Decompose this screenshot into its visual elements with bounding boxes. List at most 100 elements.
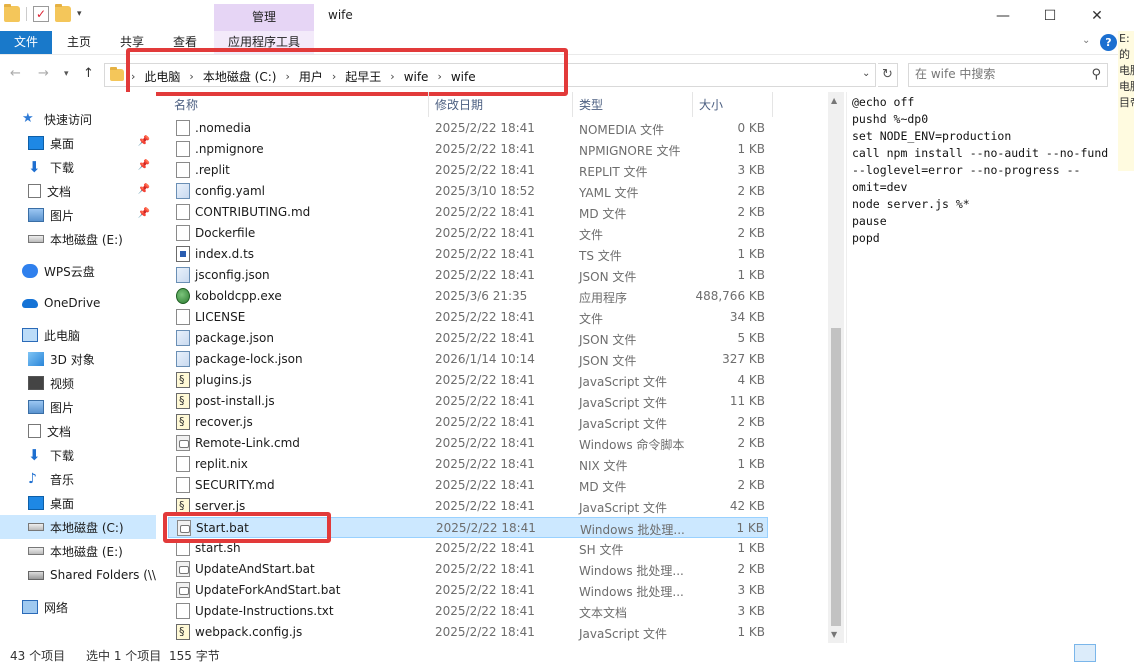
- file-row[interactable]: recover.js 2025/2/22 18:41 JavaScript 文件 2 …: [168, 412, 768, 433]
- file-row[interactable]: Update-Instructions.txt 2025/2/22 18:41 文本…: [168, 601, 768, 622]
- up-arrow-icon[interactable]: ↑: [83, 66, 94, 81]
- breadcrumb-wife-current[interactable]: wife: [451, 70, 476, 84]
- window-title: wife: [328, 8, 353, 22]
- recent-locations-chevron-icon[interactable]: ▾: [64, 69, 69, 79]
- column-header-type[interactable]: 类型: [579, 96, 603, 113]
- file-row[interactable]: Dockerfile 2025/2/22 18:41 文件 2 KB: [168, 223, 768, 244]
- file-row[interactable]: replit.nix 2025/2/22 18:41 NIX 文件 1 KB: [168, 454, 768, 475]
- file-row[interactable]: start.sh 2025/2/22 18:41 SH 文件 1 KB: [168, 538, 768, 559]
- file-row[interactable]: jsconfig.json 2025/2/22 18:41 JSON 文件 1 KB: [168, 265, 768, 286]
- scroll-down-icon[interactable]: ▼: [831, 630, 837, 639]
- breadcrumb-users[interactable]: 用户: [299, 68, 323, 85]
- file-row[interactable]: UpdateForkAndStart.bat 2025/2/22 18:41 Win…: [168, 580, 768, 601]
- address-history-chevron-icon[interactable]: ⌄: [862, 68, 870, 79]
- breadcrumb-user[interactable]: 起早王: [345, 68, 381, 85]
- refresh-icon[interactable]: ↻: [878, 63, 898, 87]
- search-box[interactable]: ⚲: [908, 63, 1108, 87]
- nav-desktop-pinned[interactable]: 桌面 📌: [0, 131, 156, 155]
- file-row[interactable]: koboldcpp.exe 2025/3/6 21:35 应用程序 488,766 K…: [168, 286, 768, 307]
- file-row[interactable]: package-lock.json 2026/1/14 10:14 JSON 文件 3…: [168, 349, 768, 370]
- breadcrumb-drive-c[interactable]: 本地磁盘 (C:): [203, 68, 277, 85]
- large-icons-view-icon[interactable]: [1100, 644, 1122, 662]
- breadcrumb-separator-icon[interactable]: ›: [390, 70, 394, 83]
- back-arrow-icon[interactable]: ←: [10, 66, 21, 81]
- file-row[interactable]: .nomedia 2025/2/22 18:41 NOMEDIA 文件 0 KB: [168, 118, 768, 139]
- nav-pictures[interactable]: 图片: [0, 395, 156, 419]
- file-row[interactable]: .npmignore 2025/2/22 18:41 NPMIGNORE 文件 1 K…: [168, 139, 768, 160]
- file-name: CONTRIBUTING.md: [195, 205, 311, 219]
- file-name: server.js: [195, 499, 246, 513]
- nav-downloads-pinned[interactable]: ⬇ 下载 📌: [0, 155, 156, 179]
- breadcrumb-separator-icon[interactable]: ›: [332, 70, 336, 83]
- file-row[interactable]: post-install.js 2025/2/22 18:41 JavaScript…: [168, 391, 768, 412]
- file-row[interactable]: webpack.config.js 2025/2/22 18:41 JavaScri…: [168, 622, 768, 643]
- column-header-name[interactable]: 名称: [174, 96, 198, 113]
- help-icon[interactable]: ?: [1100, 34, 1117, 51]
- nav-music[interactable]: ♪ 音乐: [0, 467, 156, 491]
- file-row[interactable]: server.js 2025/2/22 18:41 JavaScript 文件 42 …: [168, 496, 768, 517]
- new-folder-icon[interactable]: [55, 4, 71, 22]
- manage-context-tab[interactable]: 管理: [214, 4, 314, 31]
- breadcrumb-this-pc[interactable]: 此电脑: [144, 68, 180, 85]
- file-row[interactable]: Start.bat 2025/2/22 18:41 Windows 批处理... 1 …: [168, 517, 768, 538]
- file-row[interactable]: CONTRIBUTING.md 2025/2/22 18:41 MD 文件 2 KB: [168, 202, 768, 223]
- address-bar[interactable]: › 此电脑 › 本地磁盘 (C:) › 用户 › 起早王 › wife › wi…: [104, 63, 876, 87]
- scroll-up-icon[interactable]: ▲: [831, 96, 837, 105]
- search-icon[interactable]: ⚲: [1091, 67, 1101, 82]
- tab-view[interactable]: 查看: [173, 31, 197, 54]
- file-row[interactable]: Remote-Link.cmd 2025/2/22 18:41 Windows 命令…: [168, 433, 768, 454]
- breadcrumb-separator-icon[interactable]: ›: [285, 70, 289, 83]
- search-input[interactable]: [915, 67, 1075, 81]
- file-size: 3 KB: [737, 583, 765, 597]
- maximize-button[interactable]: ☐: [1027, 0, 1073, 31]
- tab-home[interactable]: 主页: [67, 31, 91, 54]
- nav-shared-folders[interactable]: Shared Folders (\\: [0, 563, 156, 587]
- file-row[interactable]: SECURITY.md 2025/2/22 18:41 MD 文件 2 KB: [168, 475, 768, 496]
- folder-icon[interactable]: [4, 4, 20, 22]
- file-date: 2025/2/22 18:41: [435, 373, 535, 387]
- tab-application-tools[interactable]: 应用程序工具: [214, 31, 314, 54]
- tab-file[interactable]: 文件: [0, 31, 52, 54]
- nav-documents-pinned[interactable]: 文档 📌: [0, 179, 156, 203]
- nav-documents[interactable]: 文档: [0, 419, 156, 443]
- tab-share[interactable]: 共享: [120, 31, 144, 54]
- nav-drive-c[interactable]: 本地磁盘 (C:): [0, 515, 156, 539]
- nav-network[interactable]: 网络: [0, 595, 156, 619]
- nav-drive-e[interactable]: 本地磁盘 (E:): [0, 539, 156, 563]
- file-row[interactable]: UpdateAndStart.bat 2025/2/22 18:41 Windows…: [168, 559, 768, 580]
- vertical-scrollbar[interactable]: ▲ ▼: [828, 92, 844, 643]
- nav-downloads[interactable]: ⬇ 下载: [0, 443, 156, 467]
- column-header-date[interactable]: 修改日期: [435, 96, 483, 113]
- expand-ribbon-chevron-icon[interactable]: ⌄: [1082, 35, 1090, 46]
- details-view-icon[interactable]: [1074, 644, 1096, 662]
- breadcrumb-wife-parent[interactable]: wife: [404, 70, 429, 84]
- properties-icon[interactable]: ✓: [33, 6, 49, 22]
- nav-pictures-pinned[interactable]: 图片 📌: [0, 203, 156, 227]
- close-button[interactable]: ✕: [1074, 0, 1120, 31]
- file-name: .nomedia: [195, 121, 252, 135]
- forward-arrow-icon[interactable]: →: [38, 66, 49, 81]
- nav-3d-objects[interactable]: 3D 对象: [0, 347, 156, 371]
- file-icon: [176, 540, 190, 556]
- nav-wps-cloud[interactable]: WPS云盘: [0, 259, 156, 283]
- customize-toolbar-chevron-icon[interactable]: ▾: [77, 9, 82, 19]
- breadcrumb-separator-icon[interactable]: ›: [437, 70, 441, 83]
- file-row[interactable]: index.d.ts 2025/2/22 18:41 TS 文件 1 KB: [168, 244, 768, 265]
- nav-desktop[interactable]: 桌面: [0, 491, 156, 515]
- nav-onedrive[interactable]: OneDrive: [0, 291, 156, 315]
- minimize-button[interactable]: —: [980, 0, 1026, 31]
- nav-quick-access[interactable]: ★ 快速访问: [0, 107, 156, 131]
- file-row[interactable]: .replit 2025/2/22 18:41 REPLIT 文件 3 KB: [168, 160, 768, 181]
- breadcrumb-separator-icon[interactable]: ›: [189, 70, 193, 83]
- file-row[interactable]: config.yaml 2025/3/10 18:52 YAML 文件 2 KB: [168, 181, 768, 202]
- file-row[interactable]: package.json 2025/2/22 18:41 JSON 文件 5 KB: [168, 328, 768, 349]
- breadcrumb-separator-icon[interactable]: ›: [131, 70, 135, 83]
- file-row[interactable]: LICENSE 2025/2/22 18:41 文件 34 KB: [168, 307, 768, 328]
- network-drive-icon: [28, 570, 44, 580]
- nav-drive-e-quick[interactable]: 本地磁盘 (E:): [0, 227, 156, 251]
- nav-videos[interactable]: 视频: [0, 371, 156, 395]
- scrollbar-thumb[interactable]: [831, 328, 841, 626]
- file-row[interactable]: plugins.js 2025/2/22 18:41 JavaScript 文件 4 …: [168, 370, 768, 391]
- column-header-size[interactable]: 大小: [699, 96, 723, 113]
- nav-this-pc[interactable]: 此电脑: [0, 323, 156, 347]
